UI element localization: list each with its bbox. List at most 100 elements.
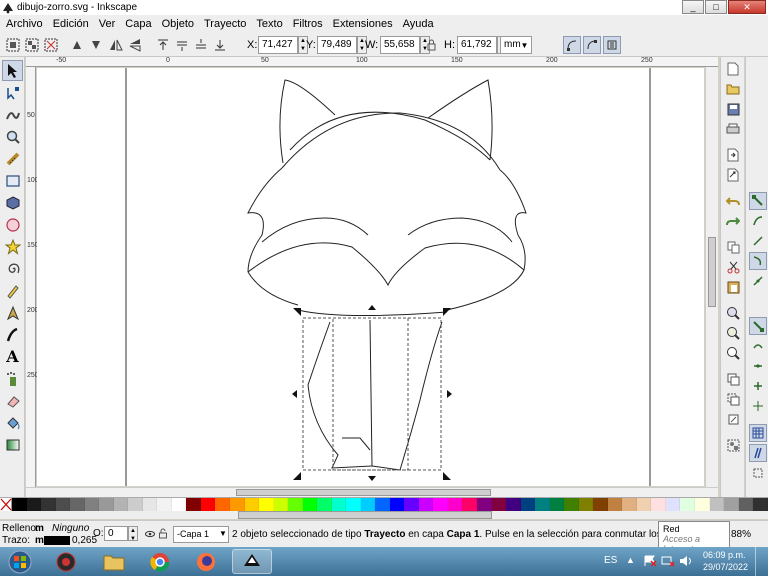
palette-swatch[interactable] xyxy=(171,498,187,511)
paint-bucket-tool-icon[interactable] xyxy=(2,412,23,433)
menu-trayecto[interactable]: Trayecto xyxy=(204,18,246,30)
spiral-tool-icon[interactable] xyxy=(2,258,23,279)
menu-ayuda[interactable]: Ayuda xyxy=(403,18,434,30)
close-button[interactable]: ✕ xyxy=(728,0,766,14)
node-tool-icon[interactable] xyxy=(2,82,23,103)
redo-icon[interactable] xyxy=(724,212,742,230)
snap-guide-icon[interactable] xyxy=(749,464,767,482)
clone-icon[interactable] xyxy=(724,390,742,408)
palette-swatch[interactable] xyxy=(229,498,245,511)
spray-tool-icon[interactable] xyxy=(2,368,23,389)
palette-swatch[interactable] xyxy=(346,498,361,511)
tweak-tool-icon[interactable] xyxy=(2,104,23,125)
palette-swatch[interactable] xyxy=(433,498,448,511)
fill-value[interactable]: Ninguno xyxy=(52,523,89,534)
inkscape-taskbar-icon[interactable] xyxy=(232,549,272,574)
print-icon[interactable] xyxy=(724,120,742,138)
drawing-canvas[interactable] xyxy=(37,68,704,486)
palette-swatch[interactable] xyxy=(128,498,143,511)
menu-archivo[interactable]: Archivo xyxy=(6,18,43,30)
maximize-button[interactable]: □ xyxy=(705,0,727,14)
palette-swatch[interactable] xyxy=(535,498,550,511)
y-input[interactable]: 79,489 xyxy=(317,36,357,54)
palette-swatch[interactable] xyxy=(26,498,42,511)
palette-swatch[interactable] xyxy=(142,498,158,511)
palette-swatch[interactable] xyxy=(55,498,71,511)
palette-swatch[interactable] xyxy=(215,498,230,511)
opacity-input[interactable]: 0 xyxy=(104,526,128,541)
palette-swatch[interactable] xyxy=(375,498,390,511)
palette-swatch[interactable] xyxy=(200,498,216,511)
zoom-drawing-icon[interactable] xyxy=(724,324,742,342)
text-tool-icon[interactable]: A xyxy=(2,346,23,367)
select-all-icon[interactable] xyxy=(4,36,22,54)
horizontal-scrollbar[interactable] xyxy=(26,487,718,497)
palette-swatch[interactable] xyxy=(753,498,768,511)
calligraphy-tool-icon[interactable] xyxy=(2,324,23,345)
menu-objeto[interactable]: Objeto xyxy=(162,18,194,30)
pencil-tool-icon[interactable] xyxy=(2,280,23,301)
clock-time[interactable]: 06:09 p.m. xyxy=(703,550,746,560)
palette-swatch[interactable] xyxy=(331,498,347,511)
selector-tool-icon[interactable] xyxy=(2,60,23,81)
no-paint-swatch[interactable] xyxy=(0,498,12,511)
rotate-cw-icon[interactable] xyxy=(87,36,105,54)
menu-filtros[interactable]: Filtros xyxy=(293,18,323,30)
palette-swatch[interactable] xyxy=(418,498,434,511)
measure-tool-icon[interactable] xyxy=(2,148,23,169)
palette-swatch[interactable] xyxy=(738,498,754,511)
palette-swatch[interactable] xyxy=(724,498,739,511)
undo-icon[interactable] xyxy=(724,192,742,210)
palette-scroll-thumb[interactable] xyxy=(238,511,492,519)
palette-swatch[interactable] xyxy=(607,498,623,511)
palette-swatch[interactable] xyxy=(665,498,681,511)
minimize-button[interactable]: _ xyxy=(682,0,704,14)
palette-swatch[interactable] xyxy=(709,498,725,511)
raise-icon[interactable] xyxy=(173,36,191,54)
palette-swatch[interactable] xyxy=(506,498,521,511)
palette-swatch[interactable] xyxy=(360,498,376,511)
3d-box-tool-icon[interactable] xyxy=(2,192,23,213)
stroke-color-swatch[interactable] xyxy=(44,536,70,545)
snap-enable-icon[interactable] xyxy=(749,192,767,210)
palette-swatch[interactable] xyxy=(99,498,114,511)
show-desktop-button[interactable] xyxy=(755,547,768,576)
chevron-down-icon[interactable]: ▼ xyxy=(219,529,227,538)
snap-paths-icon[interactable] xyxy=(749,272,767,290)
palette-swatch[interactable] xyxy=(447,498,463,511)
snap-bbox-edge-icon[interactable] xyxy=(749,232,767,250)
layer-lock-icon[interactable] xyxy=(158,528,168,539)
fox-drawing[interactable] xyxy=(37,68,704,486)
star-tool-icon[interactable] xyxy=(2,236,23,257)
group-icon[interactable] xyxy=(724,436,742,454)
flip-horizontal-icon[interactable] xyxy=(107,36,125,54)
palette-swatch[interactable] xyxy=(317,498,332,511)
zoom-value[interactable]: 88% xyxy=(731,529,751,540)
palette-swatch[interactable] xyxy=(462,498,477,511)
snap-grid-icon[interactable] xyxy=(749,444,767,462)
flag-icon[interactable] xyxy=(643,555,657,567)
w-input[interactable]: 55,658 xyxy=(380,36,420,54)
h-input[interactable]: 61,792 xyxy=(457,36,497,54)
opacity-spinner[interactable]: ▲ ▼ xyxy=(128,526,138,542)
vertical-scrollbar[interactable] xyxy=(705,67,718,487)
lower-to-bottom-icon[interactable] xyxy=(211,36,229,54)
lock-ratio-icon[interactable] xyxy=(424,36,438,54)
firefox-icon[interactable] xyxy=(186,549,226,574)
palette-swatch[interactable] xyxy=(41,498,56,511)
palette-swatch[interactable] xyxy=(593,498,608,511)
eraser-tool-icon[interactable] xyxy=(2,390,23,411)
palette-swatch[interactable] xyxy=(578,498,594,511)
raise-to-top-icon[interactable] xyxy=(154,36,172,54)
lower-icon[interactable] xyxy=(192,36,210,54)
palette-swatch[interactable] xyxy=(549,498,565,511)
palette-swatch[interactable] xyxy=(157,498,172,511)
snap-center-icon[interactable] xyxy=(749,377,767,395)
palette-swatch[interactable] xyxy=(259,498,274,511)
palette-swatch[interactable] xyxy=(302,498,318,511)
snap-nodes-icon[interactable] xyxy=(749,252,767,270)
snap-midpoint-icon[interactable] xyxy=(749,357,767,375)
horizontal-scroll-thumb[interactable] xyxy=(236,489,491,496)
palette-swatch[interactable] xyxy=(186,498,201,511)
palette-swatch[interactable] xyxy=(389,498,405,511)
